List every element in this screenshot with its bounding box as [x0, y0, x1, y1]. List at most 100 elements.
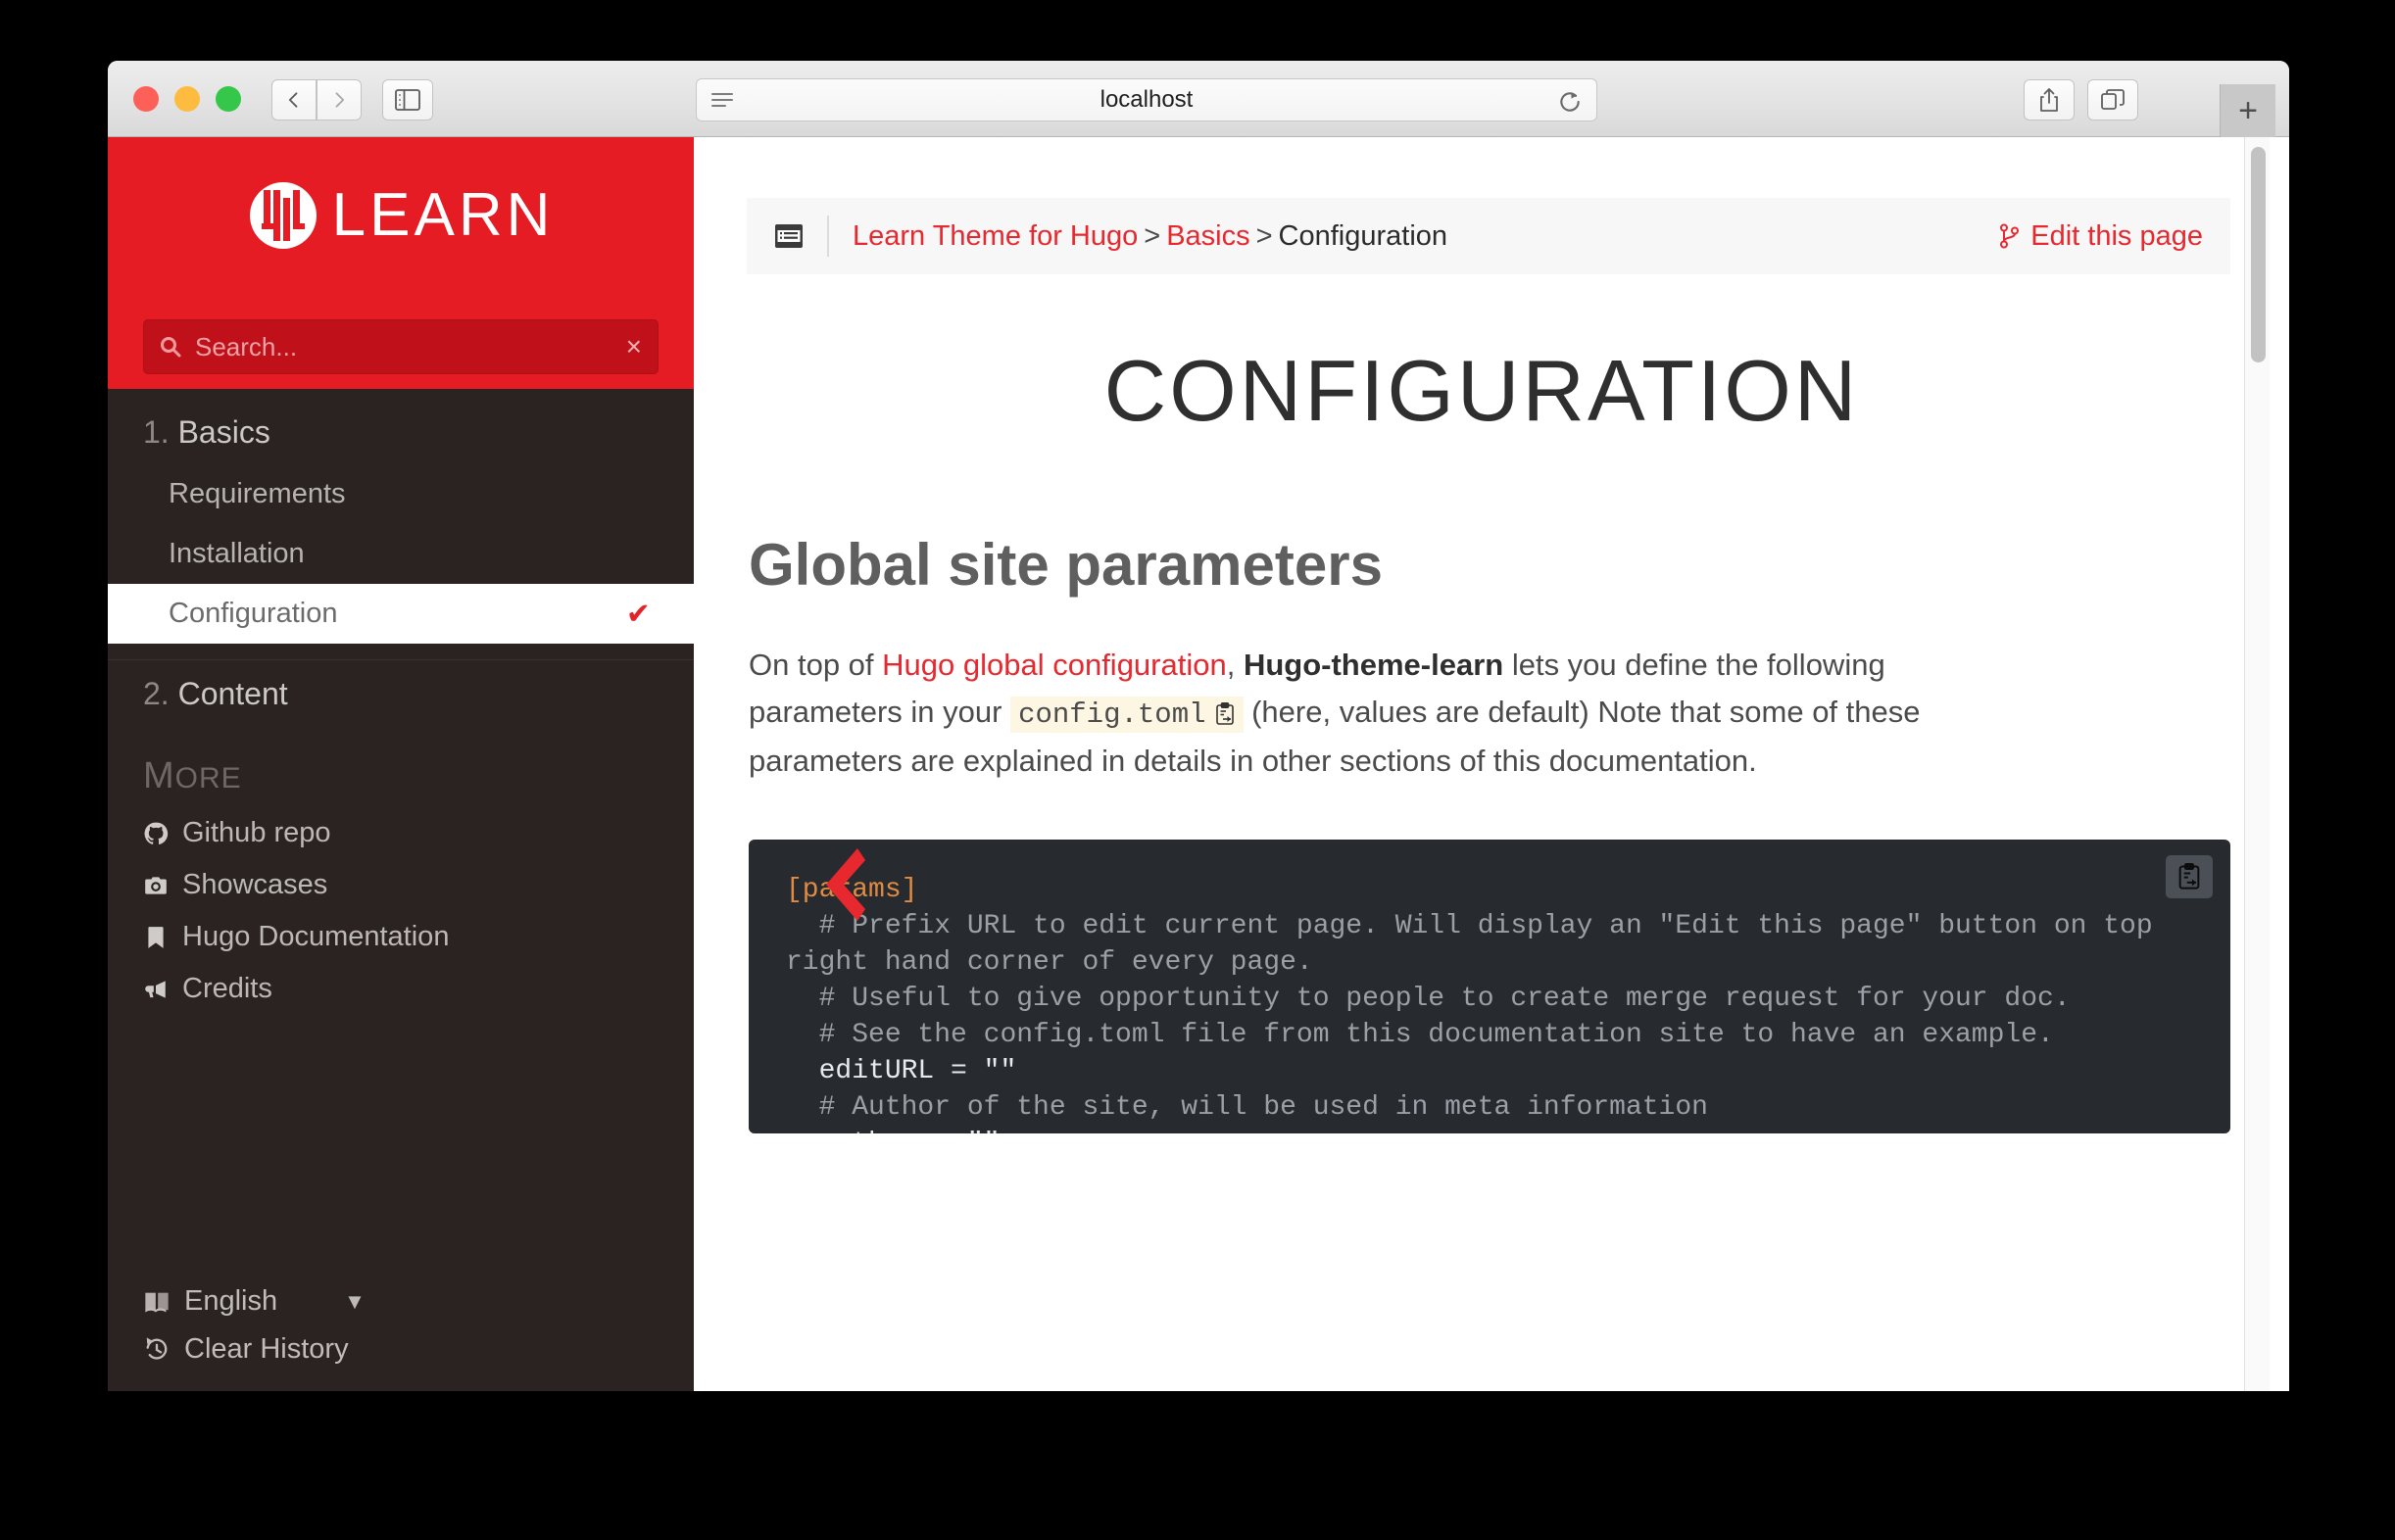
sidebar-section-content[interactable]: 2. Content [108, 660, 694, 726]
code-line: # Author of the site, will be used in me… [786, 1092, 1708, 1123]
scrollbar[interactable] [2244, 137, 2270, 1391]
breadcrumb-current: Configuration [1279, 220, 1448, 252]
intro-paragraph: On top of Hugo global configuration, Hug… [749, 642, 1925, 785]
main-content: Learn Theme for Hugo>Basics>Configuratio… [694, 137, 2270, 1391]
sidebar-item-github-repo[interactable]: Github repo [108, 807, 694, 859]
code-line: editURL = "" [786, 1056, 1016, 1086]
sidebar-more-heading: MORE [108, 726, 694, 807]
section-number: 1. [143, 414, 170, 450]
breadcrumb-separator: > [1256, 220, 1273, 252]
sidebar-item-label: Hugo Documentation [182, 921, 449, 953]
browser-window: localhost + [108, 61, 2289, 1391]
chevron-left-icon [284, 90, 304, 110]
sidebar-toggle-button[interactable] [382, 79, 433, 120]
site-logo[interactable]: LEARN [108, 137, 694, 251]
toc-list-icon[interactable] [774, 223, 804, 249]
breadcrumb-divider [827, 216, 829, 257]
tab-overview-button[interactable] [2087, 79, 2138, 120]
code-copy-button[interactable] [2166, 855, 2213, 898]
new-tab-button[interactable]: + [2220, 84, 2275, 137]
scrollbar-thumb[interactable] [2251, 147, 2266, 362]
clear-history-label: Clear History [184, 1333, 349, 1366]
address-bar[interactable]: localhost [696, 78, 1597, 121]
edit-this-page-label: Edit this page [2030, 220, 2203, 253]
sidebar-item-label: Configuration [169, 598, 338, 629]
sidebar-item-installation[interactable]: Installation [108, 524, 694, 584]
theme-name-bold: Hugo-theme-learn [1244, 648, 1503, 682]
sidebar-item-requirements[interactable]: Requirements [108, 464, 694, 524]
sidebar-item-label: Github repo [182, 817, 331, 849]
page-title: CONFIGURATION [694, 341, 2270, 441]
search-input[interactable] [193, 331, 626, 363]
breadcrumb-separator: > [1144, 220, 1160, 252]
close-window-button[interactable] [133, 86, 159, 112]
language-icon [143, 1288, 171, 1316]
clipboard-copy-icon [2176, 863, 2202, 890]
paragraph-part-2: , [1227, 648, 1244, 682]
search-box[interactable]: × [143, 319, 659, 374]
sidebar-item-hugo-documentation[interactable]: Hugo Documentation [108, 911, 694, 963]
code-content: [params] # Prefix URL to edit current pa… [786, 873, 2193, 1133]
code-line: # Prefix URL to edit current page. Will … [786, 911, 2169, 978]
previous-page-arrow[interactable] [826, 844, 885, 925]
breadcrumb-link-home[interactable]: Learn Theme for Hugo [853, 220, 1138, 252]
chevron-right-icon [329, 90, 349, 110]
back-button[interactable] [271, 79, 317, 120]
sidebar-item-label: Installation [169, 538, 305, 569]
minimize-window-button[interactable] [174, 86, 200, 112]
clear-search-icon[interactable]: × [626, 333, 642, 361]
paragraph-part-1: On top of [749, 648, 882, 682]
inline-code-config-toml: config.toml [1010, 697, 1243, 733]
inline-code-text: config.toml [1018, 698, 1205, 731]
share-icon [2038, 87, 2060, 113]
new-tab-label: + [2238, 94, 2258, 127]
sidebar-item-showcases[interactable]: Showcases [108, 859, 694, 911]
logo-text: LEARN [332, 185, 555, 246]
share-button[interactable] [2024, 79, 2075, 120]
code-line: author = "" [786, 1129, 1000, 1133]
edit-this-page-link[interactable]: Edit this page [1999, 220, 2203, 253]
github-icon [143, 821, 169, 846]
section-label: Content [178, 676, 288, 711]
reader-view-icon[interactable] [710, 91, 734, 111]
page-viewport: LEARN × 1. Basics Requirements [108, 137, 2289, 1391]
code-line: # Useful to give opportunity to people t… [786, 984, 2071, 1014]
language-label: English [184, 1285, 277, 1318]
sidebar-section-basics[interactable]: 1. Basics [108, 399, 694, 464]
sidebar-item-label: Requirements [169, 478, 346, 509]
hugo-global-configuration-link[interactable]: Hugo global configuration [882, 648, 1227, 682]
chevron-left-arrow-icon [826, 844, 885, 925]
more-heading-rest: ORE [175, 762, 242, 794]
reload-icon[interactable] [1557, 89, 1583, 115]
sidebar-nav: 1. Basics Requirements Installation Conf… [108, 389, 694, 726]
forward-button[interactable] [317, 79, 362, 120]
more-heading-first: M [143, 755, 175, 796]
sidebar-item-credits[interactable]: Credits [108, 963, 694, 1015]
code-block: [params] # Prefix URL to edit current pa… [749, 840, 2230, 1133]
clear-history-button[interactable]: Clear History [108, 1325, 694, 1373]
breadcrumb-link-basics[interactable]: Basics [1166, 220, 1249, 252]
sidebar-toggle-icon [395, 89, 420, 111]
sidebar-item-label: Credits [182, 973, 272, 1005]
language-selector[interactable]: English ▼ [108, 1277, 694, 1325]
chevron-down-icon[interactable]: ▼ [344, 1289, 366, 1315]
maximize-window-button[interactable] [216, 86, 241, 112]
history-icon [143, 1336, 171, 1364]
clipboard-copy-icon[interactable] [1214, 702, 1236, 726]
code-branch-icon [1999, 223, 2021, 249]
bookmark-icon [143, 925, 169, 950]
sidebar-brand: LEARN × [108, 137, 694, 389]
tab-overview-icon [2101, 89, 2125, 111]
sidebar-footer: English ▼ Clear History [108, 1277, 694, 1373]
breadcrumb: Learn Theme for Hugo>Basics>Configuratio… [853, 220, 1999, 253]
section-heading-global-site-parameters: Global site parameters [749, 531, 2270, 599]
address-text[interactable]: localhost [697, 86, 1596, 114]
breadcrumb-bar: Learn Theme for Hugo>Basics>Configuratio… [747, 198, 2230, 274]
browser-toolbar: localhost + [108, 61, 2289, 137]
bullhorn-icon [143, 977, 169, 1002]
sidebar-item-configuration[interactable]: Configuration ✔ [108, 584, 694, 644]
active-check-icon: ✔ [626, 597, 651, 631]
sidebar-item-label: Showcases [182, 869, 327, 901]
learn-logo-icon [248, 180, 318, 251]
code-line: # See the config.toml file from this doc… [786, 1020, 2054, 1050]
